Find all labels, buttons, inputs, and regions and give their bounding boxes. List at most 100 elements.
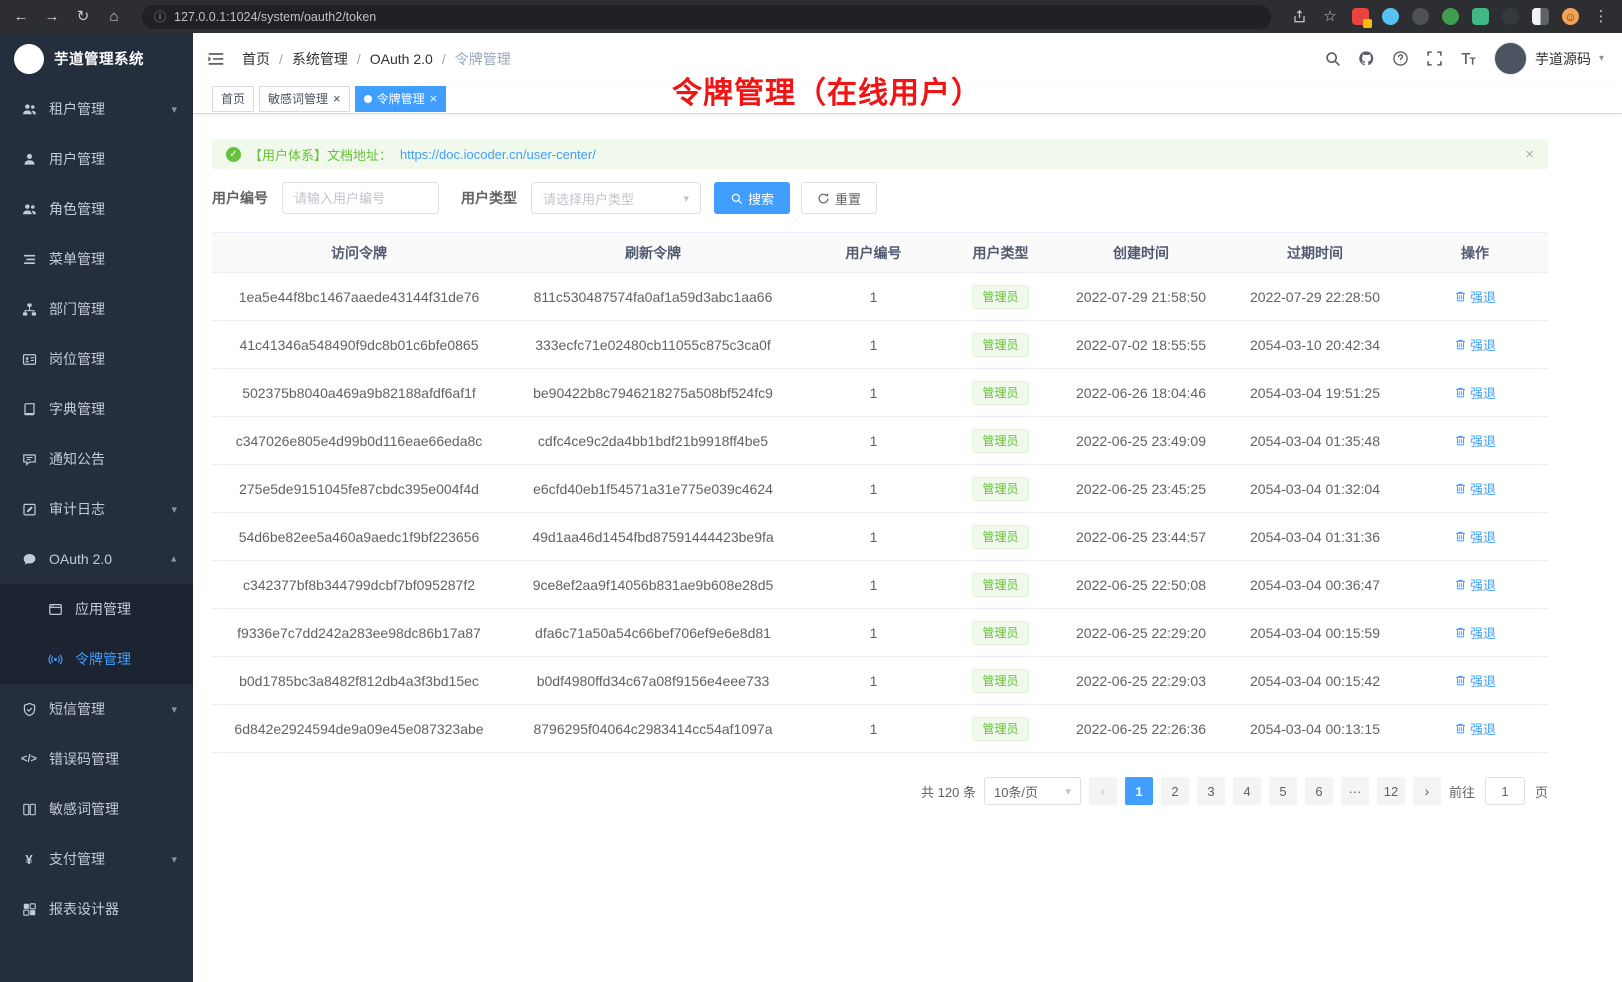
access-token-cell: c342377bf8b344799dcbf7bf095287f2	[212, 561, 506, 609]
force-logout-button[interactable]: 强退	[1454, 719, 1496, 738]
sidebar-item[interactable]: 用户管理	[0, 134, 193, 184]
next-page-button[interactable]: ›	[1413, 777, 1441, 805]
share-icon[interactable]	[1290, 9, 1308, 24]
sidebar-item[interactable]: 审计日志▾	[0, 484, 193, 534]
user-id-label: 用户编号	[212, 188, 268, 208]
pager-page-button[interactable]: 4	[1233, 777, 1261, 805]
prev-page-button[interactable]: ‹	[1089, 777, 1117, 805]
sidebar-menu: 租户管理▾ 用户管理 角色管理 菜单管理 部门管理 岗位管理 字典管理 通知公告…	[0, 84, 193, 934]
user-id-cell: 1	[800, 369, 947, 417]
user-id-cell: 1	[800, 321, 947, 369]
home-icon[interactable]: ⌂	[105, 9, 123, 24]
column-header: 创建时间	[1054, 233, 1228, 273]
user-type-select[interactable]: 请选择用户类型 ▾	[531, 182, 701, 214]
sidebar-item[interactable]: </> 错误码管理	[0, 734, 193, 784]
access-token-cell: b0d1785bc3a8482f812db4a3f3bd15ec	[212, 657, 506, 705]
extension-icon[interactable]	[1412, 8, 1429, 25]
pager-page-button[interactable]: 2	[1161, 777, 1189, 805]
goto-page-input[interactable]	[1485, 777, 1525, 805]
force-logout-button[interactable]: 强退	[1454, 575, 1496, 594]
github-icon[interactable]	[1358, 50, 1375, 67]
tab-item[interactable]: 令牌管理×	[355, 86, 447, 112]
breadcrumb-item[interactable]: 首页	[242, 49, 270, 69]
pager-more-button[interactable]: ···	[1341, 777, 1369, 805]
site-info-icon[interactable]: ⓘ	[154, 8, 166, 25]
tab-item[interactable]: 首页	[212, 86, 254, 112]
alert-close-icon[interactable]: ×	[1525, 146, 1534, 163]
user-id-cell: 1	[800, 465, 947, 513]
fullscreen-icon[interactable]	[1426, 50, 1443, 67]
page-size-select[interactable]: 10条/页 ▾	[984, 777, 1081, 805]
create-time-cell: 2022-06-26 18:04:46	[1054, 369, 1228, 417]
sidebar-item[interactable]: 岗位管理	[0, 334, 193, 384]
table-row: b0d1785bc3a8482f812db4a3f3bd15ec b0df498…	[212, 657, 1548, 705]
force-logout-button[interactable]: 强退	[1454, 335, 1496, 354]
pager-page-button[interactable]: 1	[1125, 777, 1153, 805]
sidebar-item[interactable]: 敏感词管理	[0, 784, 193, 834]
force-logout-button[interactable]: 强退	[1454, 671, 1496, 690]
force-logout-button[interactable]: 强退	[1454, 431, 1496, 450]
pager-page-button[interactable]: 3	[1197, 777, 1225, 805]
sidebar-item[interactable]: 通知公告	[0, 434, 193, 484]
sidebar-item[interactable]: 菜单管理	[0, 234, 193, 284]
font-size-icon[interactable]	[1460, 50, 1477, 67]
page-content: ✓ 【用户体系】文档地址： https://doc.iocoder.cn/use…	[193, 114, 1622, 805]
sidebar-item[interactable]: 租户管理▾	[0, 84, 193, 134]
sidebar-item[interactable]: 短信管理▾	[0, 684, 193, 734]
reset-button[interactable]: 重置	[801, 182, 877, 214]
sidebar-item[interactable]: 角色管理	[0, 184, 193, 234]
extension-icon[interactable]	[1502, 8, 1519, 25]
sidebar-item[interactable]: 部门管理	[0, 284, 193, 334]
trash-icon	[1454, 290, 1467, 303]
breadcrumb-item[interactable]: 系统管理	[292, 49, 348, 69]
address-bar[interactable]: ⓘ 127.0.0.1:1024/system/oauth2/token	[142, 5, 1271, 29]
search-icon[interactable]	[1324, 50, 1341, 67]
force-logout-button[interactable]: 强退	[1454, 383, 1496, 402]
column-header: 操作	[1402, 233, 1548, 273]
sidebar-item[interactable]: 字典管理	[0, 384, 193, 434]
expire-time-cell: 2022-07-29 22:28:50	[1228, 273, 1402, 321]
breadcrumb-item[interactable]: OAuth 2.0	[370, 51, 433, 67]
tab-close-icon[interactable]: ×	[333, 92, 341, 105]
browser-menu-kebab-icon[interactable]: ⋮	[1592, 9, 1610, 24]
trash-icon	[1454, 482, 1467, 495]
back-icon[interactable]: ←	[12, 9, 30, 24]
forward-icon[interactable]: →	[43, 9, 61, 24]
help-icon[interactable]	[1392, 50, 1409, 67]
pager-page-button[interactable]: 5	[1269, 777, 1297, 805]
extension-icon[interactable]	[1532, 8, 1549, 25]
trash-icon	[1454, 338, 1467, 351]
grid-icon	[21, 902, 37, 917]
sidebar-subitem[interactable]: 应用管理	[0, 584, 193, 634]
force-logout-button[interactable]: 强退	[1454, 527, 1496, 546]
sidebar-item[interactable]: OAuth 2.0▾	[0, 534, 193, 584]
tab-close-icon[interactable]: ×	[430, 92, 438, 105]
reload-icon[interactable]: ↻	[74, 9, 92, 24]
doc-link[interactable]: https://doc.iocoder.cn/user-center/	[400, 147, 596, 162]
extension-icon[interactable]	[1382, 8, 1399, 25]
extension-icon[interactable]	[1472, 8, 1489, 25]
browser-profile-avatar[interactable]: ☺	[1562, 8, 1579, 25]
pager-page-button[interactable]: 12	[1377, 777, 1405, 805]
extension-icon[interactable]	[1442, 8, 1459, 25]
trash-icon	[1454, 626, 1467, 639]
bookmark-star-icon[interactable]: ☆	[1321, 9, 1339, 24]
user-id-cell: 1	[800, 273, 947, 321]
role-icon	[21, 202, 37, 217]
sidebar-item[interactable]: ¥ 支付管理▾	[0, 834, 193, 884]
create-time-cell: 2022-06-25 22:26:36	[1054, 705, 1228, 753]
force-logout-button[interactable]: 强退	[1454, 479, 1496, 498]
sidebar-subitem[interactable]: 令牌管理	[0, 634, 193, 684]
user-menu[interactable]: 芋道源码 ▾	[1494, 42, 1604, 75]
app-logo[interactable]: 芋道管理系统	[0, 33, 193, 84]
force-logout-button[interactable]: 强退	[1454, 623, 1496, 642]
search-button[interactable]: 搜索	[714, 182, 790, 214]
pager-page-button[interactable]: 6	[1305, 777, 1333, 805]
sidebar-item[interactable]: 报表设计器	[0, 884, 193, 934]
tab-item[interactable]: 敏感词管理×	[259, 86, 350, 112]
user-id-input[interactable]	[282, 182, 439, 214]
extension-icon[interactable]	[1352, 8, 1369, 25]
force-logout-button[interactable]: 强退	[1454, 287, 1496, 306]
notice-icon	[21, 452, 37, 467]
sidebar-toggle-icon[interactable]	[207, 50, 225, 68]
